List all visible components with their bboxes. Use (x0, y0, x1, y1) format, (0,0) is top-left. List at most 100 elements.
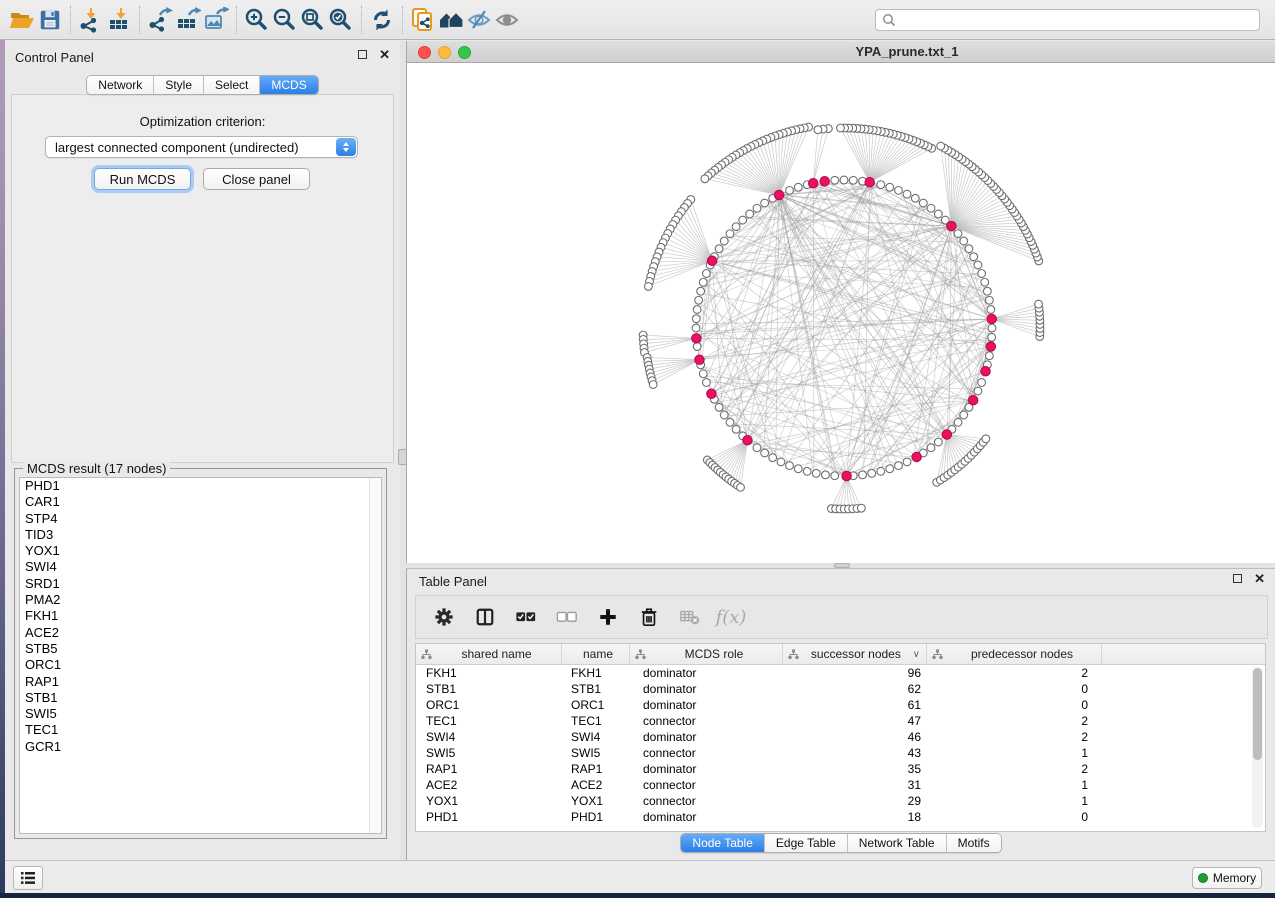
column-header-MCDS-role[interactable]: MCDS role (630, 644, 783, 664)
table-cell[interactable]: 96 (783, 666, 927, 680)
network-node[interactable] (702, 379, 710, 387)
table-scrollbar-thumb[interactable] (1253, 668, 1262, 760)
mcds-node-selected[interactable] (695, 355, 704, 364)
table-cell[interactable]: connector (630, 746, 783, 760)
delete-icon[interactable] (637, 605, 661, 629)
network-node[interactable] (746, 210, 754, 218)
table-cell[interactable]: 1 (927, 746, 1102, 760)
network-node[interactable] (981, 278, 989, 286)
network-node[interactable] (715, 403, 723, 411)
network-node[interactable] (699, 370, 707, 378)
search-field[interactable] (875, 9, 1260, 31)
table-cell[interactable]: 0 (927, 682, 1102, 696)
table-row[interactable]: STB1STB1dominator620 (416, 681, 1265, 697)
mcds-result-item[interactable]: SRD1 (20, 576, 381, 592)
network-node[interactable] (978, 270, 986, 278)
table-cell[interactable]: 2 (927, 666, 1102, 680)
network-node[interactable] (895, 186, 903, 194)
network-node[interactable] (937, 142, 945, 150)
mcds-result-item[interactable]: TEC1 (20, 722, 381, 738)
table-cell[interactable]: RAP1 (416, 762, 562, 776)
table-cell[interactable]: 47 (783, 714, 927, 728)
list-scrollbar-track[interactable] (369, 478, 381, 833)
save-session-icon[interactable] (36, 6, 64, 34)
tab-style[interactable]: Style (154, 76, 204, 94)
mcds-result-item[interactable]: GCR1 (20, 739, 381, 755)
add-column-icon[interactable] (596, 605, 620, 629)
delete-table-icon[interactable] (678, 605, 702, 629)
mcds-result-item[interactable]: CAR1 (20, 494, 381, 510)
mcds-result-item[interactable]: TID3 (20, 527, 381, 543)
table-cell[interactable]: 1 (927, 778, 1102, 792)
network-node[interactable] (927, 204, 935, 212)
table-cell[interactable]: 43 (783, 746, 927, 760)
table-row[interactable]: SWI4SWI4dominator462 (416, 729, 1265, 745)
network-node[interactable] (960, 411, 968, 419)
mcds-node-selected[interactable] (865, 178, 874, 187)
table-cell[interactable]: 2 (927, 762, 1102, 776)
network-node[interactable] (794, 465, 802, 473)
table-row[interactable]: FKH1FKH1dominator962 (416, 665, 1265, 681)
table-cell[interactable]: YOX1 (416, 794, 562, 808)
network-node[interactable] (812, 469, 820, 477)
table-cell[interactable]: dominator (630, 666, 783, 680)
network-node[interactable] (988, 333, 996, 341)
network-node[interactable] (903, 458, 911, 466)
network-node[interactable] (911, 194, 919, 202)
table-cell[interactable]: SWI4 (562, 730, 630, 744)
hide-selected-icon[interactable] (465, 6, 493, 34)
column-header-predecessor-nodes[interactable]: predecessor nodes (927, 644, 1102, 664)
network-node[interactable] (1035, 300, 1043, 308)
network-node[interactable] (868, 469, 876, 477)
table-cell[interactable]: 62 (783, 682, 927, 696)
table-cell[interactable]: dominator (630, 762, 783, 776)
table-cell[interactable]: 1 (927, 794, 1102, 808)
mcds-result-item[interactable]: PMA2 (20, 592, 381, 608)
network-node[interactable] (965, 245, 973, 253)
maximize-window-icon[interactable] (458, 46, 471, 59)
table-cell[interactable]: connector (630, 714, 783, 728)
mcds-result-item[interactable]: ORC1 (20, 657, 381, 673)
network-node[interactable] (699, 278, 707, 286)
network-node[interactable] (970, 253, 978, 261)
network-node[interactable] (786, 186, 794, 194)
network-node[interactable] (761, 449, 769, 457)
table-cell[interactable]: SWI4 (416, 730, 562, 744)
table-cell[interactable]: TEC1 (416, 714, 562, 728)
table-cell[interactable]: ORC1 (562, 698, 630, 712)
mcds-node-selected[interactable] (842, 471, 851, 480)
network-node[interactable] (786, 462, 794, 470)
table-cell[interactable]: 2 (927, 714, 1102, 728)
network-node[interactable] (692, 324, 700, 332)
table-cell[interactable]: 0 (927, 698, 1102, 712)
table-cell[interactable]: 35 (783, 762, 927, 776)
table-cell[interactable]: SWI5 (562, 746, 630, 760)
table-row[interactable]: ACE2ACE2connector311 (416, 777, 1265, 793)
network-node[interactable] (777, 458, 785, 466)
tab-network-table[interactable]: Network Table (848, 834, 947, 852)
open-file-icon[interactable] (8, 6, 36, 34)
mcds-node-selected[interactable] (692, 334, 701, 343)
table-cell[interactable]: YOX1 (562, 794, 630, 808)
mcds-result-item[interactable]: PHD1 (20, 478, 381, 494)
table-cell[interactable]: 61 (783, 698, 927, 712)
table-cell[interactable]: SWI5 (416, 746, 562, 760)
search-input[interactable] (896, 11, 1259, 29)
table-cell[interactable]: 18 (783, 810, 927, 824)
network-node[interactable] (988, 324, 996, 332)
network-node[interactable] (849, 176, 857, 184)
tab-node-table[interactable]: Node Table (681, 834, 765, 852)
network-node[interactable] (985, 352, 993, 360)
network-node[interactable] (715, 245, 723, 253)
minimize-window-icon[interactable] (438, 46, 451, 59)
zoom-selected-icon[interactable] (327, 6, 355, 34)
table-row[interactable]: PHD1PHD1dominator180 (416, 809, 1265, 825)
table-cell[interactable]: dominator (630, 698, 783, 712)
network-titlebar[interactable]: YPA_prune.txt_1 (407, 41, 1275, 63)
mcds-node-selected[interactable] (912, 452, 921, 461)
node-table[interactable]: shared namenameMCDS rolesuccessor nodes∨… (415, 643, 1266, 832)
network-node[interactable] (753, 204, 761, 212)
mcds-result-item[interactable]: ACE2 (20, 625, 381, 641)
network-node[interactable] (732, 223, 740, 231)
mcds-node-selected[interactable] (707, 389, 716, 398)
